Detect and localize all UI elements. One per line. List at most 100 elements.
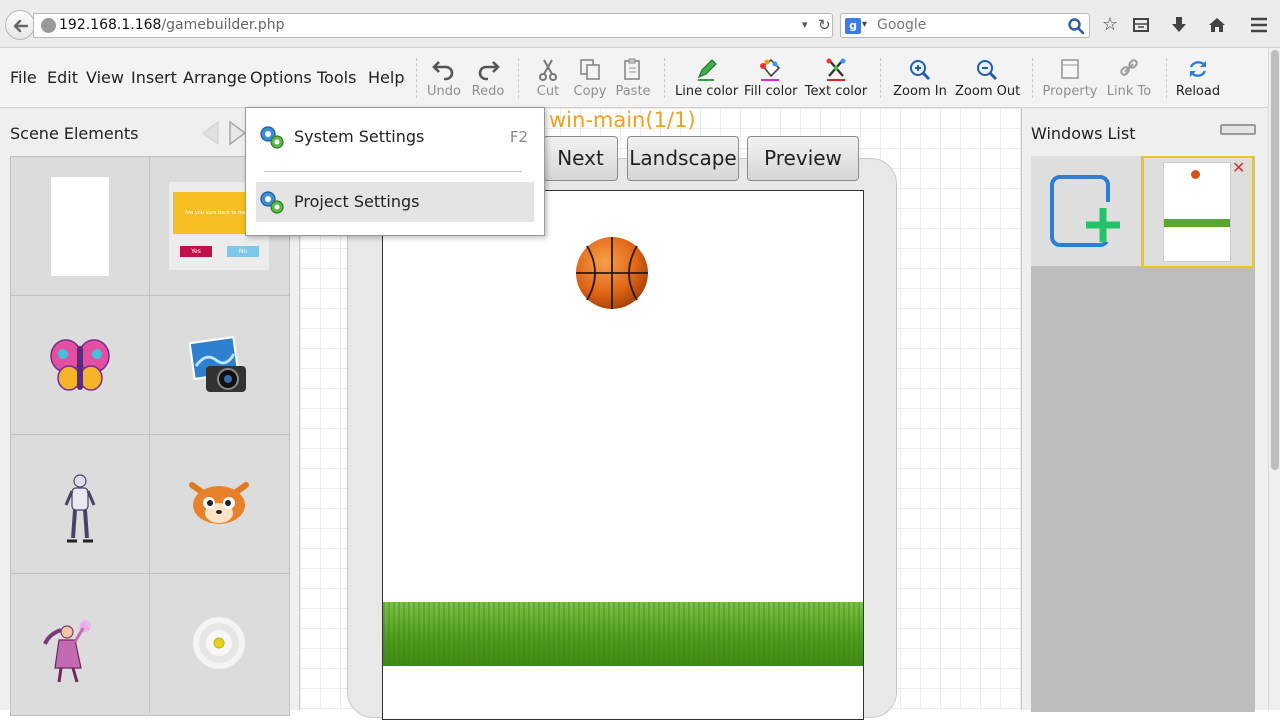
url-path: /gamebuilder.php <box>161 17 285 33</box>
cut-label: Cut <box>536 84 560 99</box>
paste-button[interactable]: Paste <box>613 56 653 106</box>
options-dropdown-menu: System Settings F2 Project Settings <box>245 107 545 236</box>
zoom-in-button[interactable]: Zoom In <box>893 56 947 106</box>
reload-icon[interactable]: ↻ <box>818 16 831 34</box>
toolbar-separator <box>1166 58 1167 98</box>
game-screen[interactable] <box>382 190 864 720</box>
menu-item-system-settings[interactable]: System Settings F2 <box>256 117 534 157</box>
window-thumbnail-main[interactable]: ✕ <box>1142 156 1254 268</box>
spinner-circle-icon <box>193 617 245 669</box>
menu-view[interactable]: View <box>86 68 124 87</box>
basketball-icon[interactable] <box>575 236 649 310</box>
thumbnail-ball <box>1191 170 1200 179</box>
delete-window-icon[interactable]: ✕ <box>1232 158 1245 177</box>
fox-face-icon <box>189 482 249 524</box>
add-window-button[interactable] <box>1031 156 1141 266</box>
thumbnail-preview <box>1163 162 1231 262</box>
element-camera-photo[interactable] <box>150 296 289 435</box>
menu-insert[interactable]: Insert <box>131 68 177 87</box>
property-label: Property <box>1042 84 1098 99</box>
zoom-out-label: Zoom Out <box>955 84 1021 99</box>
google-engine-icon[interactable]: g <box>845 18 861 34</box>
fill-color-button[interactable]: Fill color <box>744 56 798 106</box>
link-to-button[interactable]: Link To <box>1104 56 1154 106</box>
reload-button[interactable]: Reload <box>1175 56 1221 106</box>
window-title: win-main(1/1) <box>549 108 696 132</box>
site-identity-icon[interactable] <box>41 18 56 33</box>
next-button[interactable]: Next <box>543 136 618 181</box>
menu-item-project-settings[interactable]: Project Settings <box>256 182 534 222</box>
windows-list-title: Windows List <box>1031 124 1136 143</box>
reading-list-icon[interactable] <box>1129 14 1153 36</box>
scrollbar-thumb[interactable] <box>1271 50 1279 470</box>
element-spinner-circle[interactable] <box>150 574 289 713</box>
scene-elements-grid: Are you sure back to main? Yes No <box>10 156 290 716</box>
redo-button[interactable]: Redo <box>468 56 508 106</box>
menu-arrange[interactable]: Arrange <box>183 68 247 87</box>
fairy-character-icon <box>43 620 91 683</box>
system-settings-label: System Settings <box>294 127 425 146</box>
redo-label: Redo <box>471 84 505 99</box>
text-color-icon <box>826 58 846 81</box>
bookmark-star-icon[interactable]: ☆ <box>1098 14 1122 36</box>
menu-tools[interactable]: Tools <box>317 68 356 87</box>
engine-dropdown-icon[interactable]: ▾ <box>862 19 867 30</box>
blank-rect-preview <box>51 177 109 276</box>
minimize-panel-button[interactable] <box>1220 124 1256 135</box>
url-bar[interactable]: 192.168.1.168/gamebuilder.php ▾ ↻ <box>33 13 833 38</box>
zoom-out-icon <box>977 60 998 81</box>
element-blank-rect[interactable] <box>11 157 150 296</box>
vertical-scrollbar[interactable] <box>1268 48 1280 710</box>
url-text[interactable]: 192.168.1.168/gamebuilder.php <box>59 17 284 33</box>
preview-button[interactable]: Preview <box>747 136 859 181</box>
cut-button[interactable]: Cut <box>529 56 567 106</box>
robot-character-icon <box>64 474 96 543</box>
home-icon[interactable] <box>1205 14 1229 36</box>
gears-icon <box>260 126 284 149</box>
reload-label: Reload <box>1175 84 1221 99</box>
undo-label: Undo <box>427 84 461 99</box>
browser-toolbar: 192.168.1.168/gamebuilder.php ▾ ↻ g ▾ Go… <box>0 0 1280 48</box>
undo-button[interactable]: Undo <box>424 56 464 106</box>
search-icon[interactable] <box>1067 17 1085 35</box>
paste-icon <box>624 58 640 80</box>
toolbar-separator <box>416 58 417 98</box>
landscape-button[interactable]: Landscape <box>627 136 739 181</box>
url-host: 192.168.1.168 <box>59 17 162 33</box>
toolbar-separator <box>664 58 665 98</box>
element-butterfly[interactable] <box>11 296 150 435</box>
back-button[interactable] <box>5 10 35 40</box>
property-icon <box>1061 59 1079 79</box>
menu-separator <box>264 171 522 172</box>
reload-app-icon <box>1189 61 1207 77</box>
zoom-in-label: Zoom In <box>893 84 947 99</box>
undo-icon <box>432 61 454 81</box>
link-icon <box>1120 59 1138 76</box>
grass-ground[interactable] <box>383 602 863 666</box>
property-button[interactable]: Property <box>1042 56 1098 106</box>
element-fox-face[interactable] <box>150 435 289 574</box>
menu-options[interactable]: Options <box>250 68 312 87</box>
element-fairy-character[interactable] <box>11 574 150 713</box>
butterfly-icon <box>50 339 110 391</box>
back-arrow-icon <box>13 19 29 33</box>
menu-file[interactable]: File <box>10 68 37 87</box>
dialog-preview-yes: Yes <box>180 246 212 257</box>
url-history-dropdown-icon[interactable]: ▾ <box>802 18 808 31</box>
zoom-out-button[interactable]: Zoom Out <box>955 56 1021 106</box>
prev-page-icon[interactable] <box>200 120 220 146</box>
element-robot-character[interactable] <box>11 435 150 574</box>
scissors-icon <box>539 59 557 81</box>
copy-button[interactable]: Copy <box>570 56 610 106</box>
windows-list: ✕ <box>1031 156 1255 712</box>
hamburger-menu-icon[interactable] <box>1247 14 1271 36</box>
menu-help[interactable]: Help <box>368 68 404 87</box>
line-color-button[interactable]: Line color <box>675 56 738 106</box>
downloads-icon[interactable] <box>1167 14 1191 36</box>
app-toolbar: File Edit View Insert Arrange Options To… <box>0 48 1268 108</box>
text-color-button[interactable]: Text color <box>804 56 868 106</box>
menu-edit[interactable]: Edit <box>47 68 78 87</box>
toolbar-separator <box>518 58 519 98</box>
search-bar[interactable]: g ▾ Google <box>840 13 1090 38</box>
dialog-preview-no: No <box>227 246 259 257</box>
